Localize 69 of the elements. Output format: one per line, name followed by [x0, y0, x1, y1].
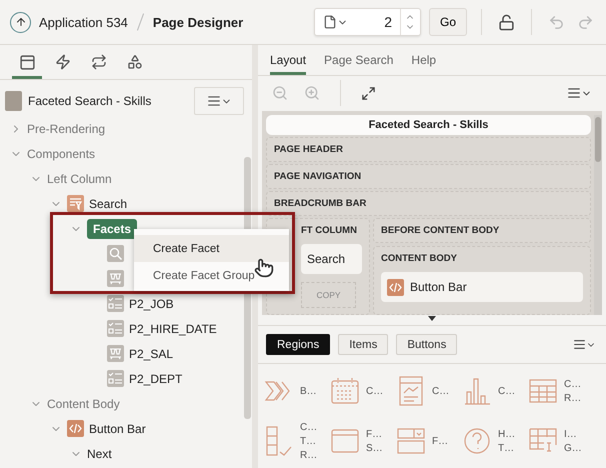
- checkbox-list-icon: [107, 295, 124, 312]
- tree-node[interactable]: P2_HIRE_DATE: [129, 322, 217, 336]
- layout-region: BEFORE CONTENT BODY: [373, 218, 591, 243]
- gallery-item-label[interactable]: I…: [564, 428, 582, 440]
- gallery-item-label[interactable]: C…: [498, 386, 516, 396]
- layout-region: PAGE HEADER: [266, 137, 591, 162]
- gallery-item-label[interactable]: F…: [432, 436, 448, 446]
- gallery-tab[interactable]: Buttons: [396, 334, 458, 355]
- go-button[interactable]: Go: [428, 8, 467, 36]
- gallery-tab[interactable]: Regions: [266, 334, 330, 355]
- layout-tab[interactable]: Help: [411, 45, 436, 75]
- gallery-tab[interactable]: Items: [338, 334, 388, 355]
- gallery-item-label[interactable]: R…: [564, 392, 582, 404]
- search-region-card[interactable]: Search: [301, 244, 362, 274]
- tree-node[interactable]: Next: [87, 446, 112, 460]
- tree-node-selected[interactable]: Facets: [87, 218, 138, 238]
- code-icon: [387, 278, 404, 296]
- region-label: FT COLUMN: [301, 225, 358, 236]
- button-bar-card[interactable]: Button Bar: [381, 272, 583, 302]
- page-title-card: Faceted Search - Skills: [266, 115, 591, 135]
- gallery-item-label[interactable]: H…: [498, 428, 516, 440]
- gallery-item-label[interactable]: T…: [498, 442, 516, 454]
- gallery-item-label[interactable]: C…: [432, 386, 450, 396]
- checkbox-list-icon: [107, 320, 124, 337]
- gallery-item-label[interactable]: C…: [300, 422, 318, 432]
- page-icon: [5, 91, 22, 111]
- gallery-item-label[interactable]: C…: [564, 378, 582, 390]
- app-link[interactable]: Application 534: [39, 14, 128, 30]
- code-icon: [67, 420, 84, 437]
- gallery-item-label[interactable]: R…: [300, 450, 318, 460]
- gallery-item-label[interactable]: G…: [564, 442, 582, 454]
- layout-tab[interactable]: Layout: [270, 45, 306, 75]
- page-title: Page Designer: [152, 14, 244, 30]
- scrollbar[interactable]: [594, 115, 602, 315]
- resize-arrow-icon[interactable]: [428, 316, 436, 321]
- region-name: Button Bar: [410, 280, 467, 294]
- tree-node[interactable]: P2_SAL: [129, 346, 174, 360]
- gallery-item-label[interactable]: C…: [366, 386, 384, 396]
- search-icon[interactable]: [107, 245, 124, 262]
- back-up-icon[interactable]: [10, 12, 31, 32]
- tree-node[interactable]: P2_DEPT: [129, 372, 182, 386]
- page-number-field[interactable]: 2: [314, 8, 421, 36]
- tree-node[interactable]: Button Bar: [89, 422, 146, 436]
- gallery-item-label[interactable]: F…: [366, 428, 383, 440]
- menu-icon: [206, 94, 220, 108]
- hand-cursor-icon: [254, 258, 274, 278]
- checklist-icon: [264, 424, 294, 458]
- layout-region: PAGE NAVIGATION: [266, 164, 591, 189]
- gallery-item-label[interactable]: S…: [366, 442, 383, 454]
- menu-item[interactable]: Create Facet Group: [134, 262, 289, 289]
- tree-node[interactable]: Content Body: [47, 396, 120, 410]
- range-icon[interactable]: [107, 270, 124, 287]
- gallery-item-label[interactable]: B…: [300, 386, 317, 396]
- tree-node[interactable]: Left Column: [47, 172, 112, 186]
- tree-node[interactable]: Search: [89, 196, 128, 210]
- page-icon[interactable]: [322, 15, 337, 29]
- gallery-item-label[interactable]: T…: [300, 436, 318, 446]
- layout-tab[interactable]: Page Search: [324, 45, 394, 75]
- page-name: Faceted Search - Skills: [28, 94, 152, 108]
- tree-node[interactable]: P2_JOB: [129, 296, 174, 310]
- search-region-icon: [67, 195, 84, 212]
- region-label: CONTENT BODY: [381, 253, 458, 264]
- layout-region: BREADCRUMB BAR: [266, 191, 591, 216]
- menu-button[interactable]: [194, 87, 244, 115]
- menu-item[interactable]: Create Facet: [134, 235, 289, 262]
- tree-node[interactable]: Components: [27, 146, 96, 160]
- checkbox-list-icon: [107, 370, 124, 387]
- tree-node[interactable]: Pre-Rendering: [27, 122, 106, 136]
- range-icon[interactable]: [107, 345, 124, 362]
